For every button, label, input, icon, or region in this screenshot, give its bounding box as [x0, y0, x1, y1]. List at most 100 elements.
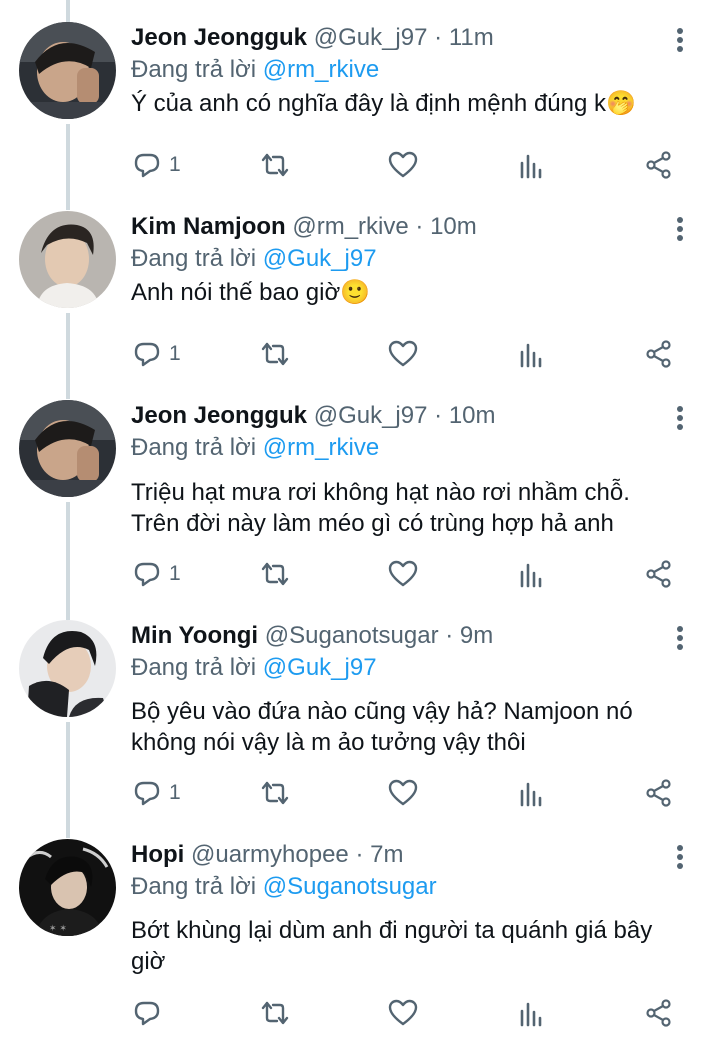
separator-dot: · — [434, 24, 443, 51]
more-options-icon[interactable] — [672, 217, 688, 245]
tweet-text-line: Ý của anh có nghĩa đây là định mệnh đúng… — [131, 90, 636, 117]
more-options-icon[interactable] — [672, 626, 688, 654]
share-button[interactable] — [645, 998, 673, 1028]
more-options-icon[interactable] — [672, 845, 688, 873]
tweet-time[interactable]: 10m — [449, 402, 496, 429]
author-name[interactable]: Kim Namjoon — [131, 213, 286, 240]
action-bar: 1 — [0, 559, 719, 589]
tweet-time[interactable]: 9m — [460, 622, 493, 649]
avatar[interactable]: ✶ ✶ — [19, 839, 116, 936]
like-button[interactable] — [388, 339, 418, 369]
heart-icon — [388, 779, 418, 806]
like-button[interactable] — [388, 778, 418, 808]
like-button[interactable] — [388, 998, 418, 1028]
author-handle[interactable]: @Guk_j97 — [314, 24, 428, 51]
share-button[interactable] — [645, 339, 673, 369]
reply-button[interactable]: 1 — [133, 339, 181, 369]
retweet-button[interactable] — [259, 778, 291, 808]
replying-to: Đang trả lời @Suganotsugar — [131, 873, 437, 901]
share-icon — [646, 340, 671, 368]
retweet-button[interactable] — [259, 339, 291, 369]
retweet-button[interactable] — [259, 559, 291, 589]
mention-link[interactable]: @rm_rkive — [263, 56, 379, 83]
like-button[interactable] — [388, 559, 418, 589]
replying-to-label: Đang trả lời — [131, 56, 257, 83]
author-handle[interactable]: @Guk_j97 — [314, 402, 428, 429]
tweet-text: Bớt khùng lại dùm anh đi người ta quánh … — [131, 915, 701, 977]
avatar[interactable] — [19, 211, 116, 308]
analytics-button[interactable] — [519, 339, 545, 369]
mention-link[interactable]: @rm_rkive — [263, 434, 379, 461]
share-button[interactable] — [645, 150, 673, 180]
mention-link[interactable]: @Guk_j97 — [263, 245, 377, 272]
analytics-icon — [520, 343, 542, 368]
author-handle[interactable]: @uarmyhopee — [191, 841, 349, 868]
retweet-icon — [261, 1001, 289, 1025]
retweet-icon — [261, 562, 289, 586]
author-handle[interactable]: @rm_rkive — [292, 213, 408, 240]
tweet-text: Bộ yêu vào đứa nào cũng vậy hả? Namjoon … — [131, 696, 701, 758]
avatar[interactable] — [19, 400, 116, 497]
action-bar — [0, 998, 719, 1028]
tweet-header: Min Yoongi @Suganotsugar · 9m — [131, 622, 493, 650]
tweet-text-line: Bộ yêu vào đứa nào cũng vậy hả? Namjoon … — [131, 698, 633, 725]
replying-to-label: Đang trả lời — [131, 873, 257, 900]
author-name[interactable]: Min Yoongi — [131, 622, 258, 649]
retweet-button[interactable] — [259, 150, 291, 180]
reply-button[interactable] — [133, 998, 169, 1028]
avatar[interactable] — [19, 620, 116, 717]
replying-to: Đang trả lời @rm_rkive — [131, 434, 379, 462]
share-icon — [646, 151, 671, 179]
avatar[interactable] — [19, 22, 116, 119]
analytics-icon — [520, 154, 542, 179]
like-button[interactable] — [388, 150, 418, 180]
share-icon — [646, 999, 671, 1027]
analytics-button[interactable] — [519, 778, 545, 808]
author-handle[interactable]: @Suganotsugar — [265, 622, 439, 649]
reply-button[interactable]: 1 — [133, 559, 181, 589]
analytics-button[interactable] — [519, 998, 545, 1028]
tweet-text: Anh nói thế bao giờ🙂 — [131, 277, 701, 308]
tweet-header: Jeon Jeongguk @Guk_j97 · 11m — [131, 24, 494, 52]
mention-link[interactable]: @Suganotsugar — [263, 873, 437, 900]
tweet-header: Jeon Jeongguk @Guk_j97 · 10m — [131, 402, 496, 430]
share-icon — [646, 779, 671, 807]
replying-to: Đang trả lời @Guk_j97 — [131, 654, 377, 682]
replying-to-label: Đang trả lời — [131, 434, 257, 461]
share-button[interactable] — [645, 778, 673, 808]
reply-button[interactable]: 1 — [133, 778, 181, 808]
author-name[interactable]: Hopi — [131, 841, 184, 868]
tweet-time[interactable]: 7m — [370, 841, 403, 868]
action-bar: 1 — [0, 778, 719, 808]
retweet-icon — [261, 781, 289, 805]
mention-link[interactable]: @Guk_j97 — [263, 654, 377, 681]
author-name[interactable]: Jeon Jeongguk — [131, 24, 307, 51]
action-bar: 1 — [0, 339, 719, 369]
svg-text:✶ ✶: ✶ ✶ — [49, 924, 67, 934]
retweet-icon — [261, 153, 289, 177]
analytics-button[interactable] — [519, 150, 545, 180]
heart-icon — [388, 999, 418, 1026]
more-options-icon[interactable] — [672, 28, 688, 56]
reply-icon — [134, 153, 160, 178]
share-button[interactable] — [645, 559, 673, 589]
reply-button[interactable]: 1 — [133, 150, 181, 180]
share-icon — [646, 560, 671, 588]
analytics-icon — [520, 563, 542, 588]
separator-dot: · — [434, 402, 443, 429]
replying-to-label: Đang trả lời — [131, 654, 257, 681]
tweet-time[interactable]: 10m — [430, 213, 477, 240]
action-bar: 1 — [0, 150, 719, 180]
more-options-icon[interactable] — [672, 406, 688, 434]
tweet-time[interactable]: 11m — [449, 24, 494, 51]
separator-dot: · — [355, 841, 364, 868]
separator-dot: · — [415, 213, 424, 240]
author-name[interactable]: Jeon Jeongguk — [131, 402, 307, 429]
analytics-icon — [520, 782, 542, 807]
retweet-button[interactable] — [259, 998, 291, 1028]
reply-count: 1 — [169, 562, 181, 585]
separator-dot: · — [445, 622, 454, 649]
heart-icon — [388, 340, 418, 367]
analytics-button[interactable] — [519, 559, 545, 589]
retweet-icon — [261, 342, 289, 366]
